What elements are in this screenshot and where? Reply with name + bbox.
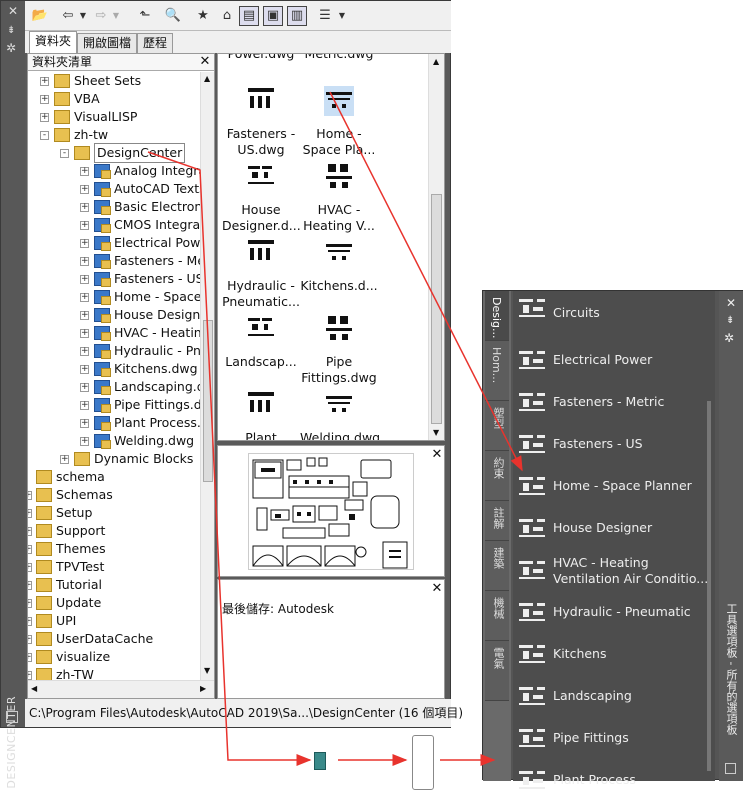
arrow-to-dwg-icon	[147, 151, 312, 766]
arrow-to-palette	[329, 91, 523, 472]
annotation-arrows	[147, 91, 523, 766]
